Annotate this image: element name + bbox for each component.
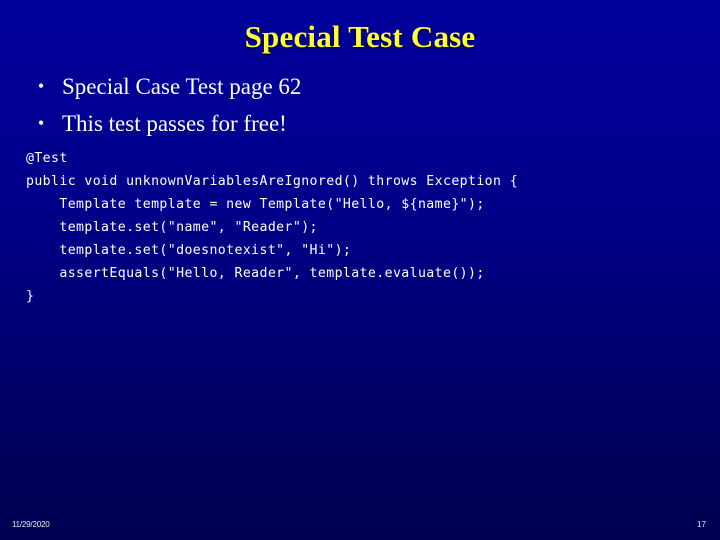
code-line: } xyxy=(26,289,35,304)
code-line: Template template = new Template("Hello,… xyxy=(26,197,485,212)
list-item: • Special Case Test page 62 xyxy=(22,70,698,103)
page-title: Special Test Case xyxy=(244,19,476,54)
bullet-point-icon: • xyxy=(37,113,45,133)
bullet-point-icon: • xyxy=(37,76,45,96)
bullet-list: • Special Case Test page 62 • This test … xyxy=(22,70,698,144)
code-line: public void unknownVariablesAreIgnored()… xyxy=(26,174,519,189)
bullet-item-label: This test passes for free! xyxy=(62,111,287,136)
code-block: @Test public void unknownVariablesAreIgno… xyxy=(26,147,698,308)
slide-footer-date: 11/29/2020 xyxy=(12,520,50,529)
code-line: template.set("doesnotexist", "Hi"); xyxy=(26,243,352,258)
code-line: @Test xyxy=(26,151,68,166)
code-line: assertEquals("Hello, Reader", template.e… xyxy=(26,266,485,281)
presentation-slide: Special Test Case • Special Case Test pa… xyxy=(0,0,720,540)
slide-page-number: 17 xyxy=(697,520,706,529)
bullet-item-label: Special Case Test page 62 xyxy=(62,74,302,99)
slide-title-container: Special Test Case xyxy=(0,20,720,54)
code-line: template.set("name", "Reader"); xyxy=(26,220,318,235)
list-item: • This test passes for free! xyxy=(22,107,698,140)
